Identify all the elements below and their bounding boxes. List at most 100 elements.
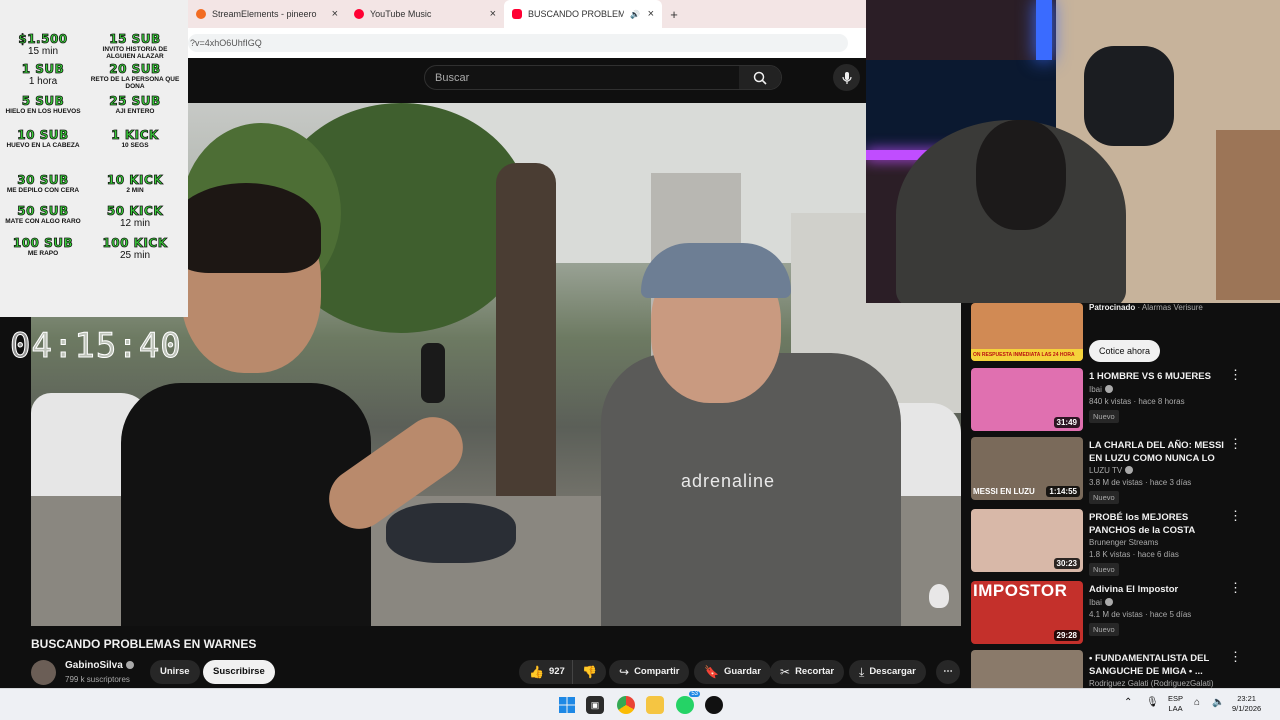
share-button[interactable]: ↪ Compartir [609,660,690,684]
download-button[interactable]: ⤓ Descargar [849,660,926,684]
url-input[interactable]: ?v=4xhO6UhfIGQ [188,34,848,52]
file-explorer-icon[interactable] [646,696,664,714]
channel-name[interactable]: Ibai [1089,385,1113,394]
channel-name-text[interactable]: Brunenger Streams [1089,538,1158,547]
whatsapp-badge: 53 [689,691,700,697]
sponsored-thumbnail[interactable]: ON RESPUESTA INMEDIATA LAS 24 HORA [971,303,1083,361]
clock[interactable]: 23:21 9/1/2026 [1232,694,1261,714]
video-duration: 29:28 [1053,630,1080,641]
goal-title: 10 SUB [17,128,69,143]
webcam-backpacks [1084,46,1174,146]
goal-item: 30 SUB ME DEPILO CON CERA [0,173,88,194]
dislike-button[interactable]: 👎 [572,660,606,684]
search-icon [753,71,767,85]
channel-name[interactable]: GabinoSilva [65,660,134,671]
tab-close-icon[interactable]: × [648,8,654,20]
obs-icon[interactable] [705,696,723,714]
channel-name-text[interactable]: Rodriguez Galati (RodriguezGalati) [1089,679,1214,688]
tab-youtube-music[interactable]: YouTube Music × [346,0,504,28]
goal-description: 15 min [27,46,58,57]
channel-name[interactable]: Rodriguez Galati (RodriguezGalati) [1089,679,1214,688]
join-label: Unirse [160,666,190,677]
tray-chevron-icon[interactable]: ⌃ [1124,698,1132,708]
search-box[interactable]: Buscar [424,65,782,90]
goal-title: 50 SUB [17,204,69,219]
video-title[interactable]: • FUNDAMENTALISTA DEL SANGUCHE DE MIGA •… [1089,652,1224,678]
channel-name-text[interactable]: Ibai [1089,385,1102,394]
whatsapp-icon[interactable]: 53 [676,691,700,714]
thumbs-down-icon: 👎 [582,665,597,679]
goal-description: 25 min [119,250,150,261]
speaker-icon[interactable]: 🔊 [630,10,640,19]
channel-name[interactable]: LUZU TV [1089,466,1134,475]
video-title[interactable]: PROBÉ los MEJORES PANCHOS de la COSTA AR… [1089,511,1224,537]
tab-label: StreamElements - pineero [212,9,317,19]
channel-watermark-icon[interactable] [929,584,949,608]
channel-name[interactable]: Brunenger Streams [1089,538,1158,547]
voice-search-button[interactable] [833,64,860,91]
sponsored-thumb-text: ON RESPUESTA INMEDIATA LAS 24 HORA [971,349,1083,361]
goal-title: 25 SUB [109,94,161,109]
tab-close-icon[interactable]: × [332,8,338,20]
goal-title: 30 SUB [17,173,69,188]
volume-icon[interactable]: 🔈 [1212,698,1224,708]
more-options-icon[interactable]: ⋮ [1229,368,1242,382]
goal-description: INVITO HISTORIA DE ALGUIEN ALAZAR [102,46,168,60]
tab-current-video[interactable]: BUSCANDO PROBLEMAS E 🔊 × [504,0,662,28]
recommended-video[interactable]: 31:49 1 HOMBRE VS 6 MUJERES Ibai 840 k vist… [971,368,1280,434]
join-button[interactable]: Unirse [150,660,200,684]
sponsored-advertiser: Alarmas Verisure [1141,303,1203,312]
clip-button[interactable]: ✂ Recortar [770,660,845,684]
video-views: 840 k vistas · hace 8 horas [1089,397,1185,406]
video-title[interactable]: 1 HOMBRE VS 6 MUJERES [1089,370,1224,383]
new-tab-button[interactable]: + [662,0,686,28]
goal-title: 5 SUB [21,94,65,109]
goal-description: 1 hora [28,76,58,87]
like-count: 927 [548,666,565,677]
save-label: Guardar [723,666,761,677]
video-title[interactable]: Adivina El Impostor [1089,583,1224,596]
channel-name-text[interactable]: Ibai [1089,598,1102,607]
video-thumbnail[interactable]: 31:49 [971,368,1083,431]
new-badge: Nuevo [1089,623,1119,636]
goal-item: 10 KICK 2 MIN [90,173,180,194]
more-actions-button[interactable]: ⋯ [936,660,960,684]
channel-avatar[interactable] [31,660,56,685]
channel-name[interactable]: Ibai [1089,598,1113,607]
channel-name-text[interactable]: LUZU TV [1089,466,1122,475]
search-input[interactable]: Buscar [435,72,469,84]
input-language[interactable]: ESP LAA [1168,694,1183,714]
more-options-icon[interactable]: ⋮ [1229,650,1242,664]
recommended-video[interactable]: 30:23 PROBÉ los MEJORES PANCHOS de la COS… [971,509,1280,576]
goal-item: 50 KICK 12 min [90,204,180,229]
task-view-icon[interactable]: ▣ [586,696,604,714]
windows-start-icon[interactable] [558,696,576,714]
language-code: ESP [1168,694,1184,703]
tab-streamelements[interactable]: StreamElements - pineero × [188,0,346,28]
video-tree-trunk [496,163,556,543]
search-button[interactable] [739,66,781,89]
like-button[interactable]: 👍 927 [519,660,573,684]
subscribe-button[interactable]: Suscribirse [203,660,275,684]
sponsored-item[interactable]: ON RESPUESTA INMEDIATA LAS 24 HORA Patro… [971,303,1280,365]
recommended-video[interactable]: MESSI EN LUZU 1:14:55 LA CHARLA DEL AÑO: M… [971,437,1280,504]
video-title[interactable]: LA CHARLA DEL AÑO: MESSI EN LUZU COMO NU… [1089,439,1224,465]
channel-name-text[interactable]: GabinoSilva [65,660,123,671]
more-options-icon[interactable]: ⋮ [1229,437,1242,451]
new-badge: Nuevo [1089,563,1119,576]
video-thumbnail[interactable]: MESSI EN LUZU 1:14:55 [971,437,1083,500]
download-label: Descargar [869,666,916,677]
video-thumbnail[interactable]: IMPOSTOR 29:28 [971,581,1083,644]
recommended-video[interactable]: IMPOSTOR 29:28 Adivina El Impostor Ibai 4.1 … [971,581,1280,647]
network-icon[interactable]: ⌂ [1194,698,1200,708]
sponsored-label: Patrocinado [1089,303,1136,312]
goal-item: $1.500 15 min [0,32,88,57]
more-options-icon[interactable]: ⋮ [1229,509,1242,523]
video-thumbnail[interactable]: 30:23 [971,509,1083,572]
save-button[interactable]: 🔖 Guardar [694,660,771,684]
more-options-icon[interactable]: ⋮ [1229,581,1242,595]
tray-microphone-icon[interactable]: 🎙 [1146,698,1159,708]
tab-close-icon[interactable]: × [490,8,496,20]
chrome-icon[interactable] [617,696,635,714]
sponsored-cta-button[interactable]: Cotice ahora [1089,340,1161,362]
